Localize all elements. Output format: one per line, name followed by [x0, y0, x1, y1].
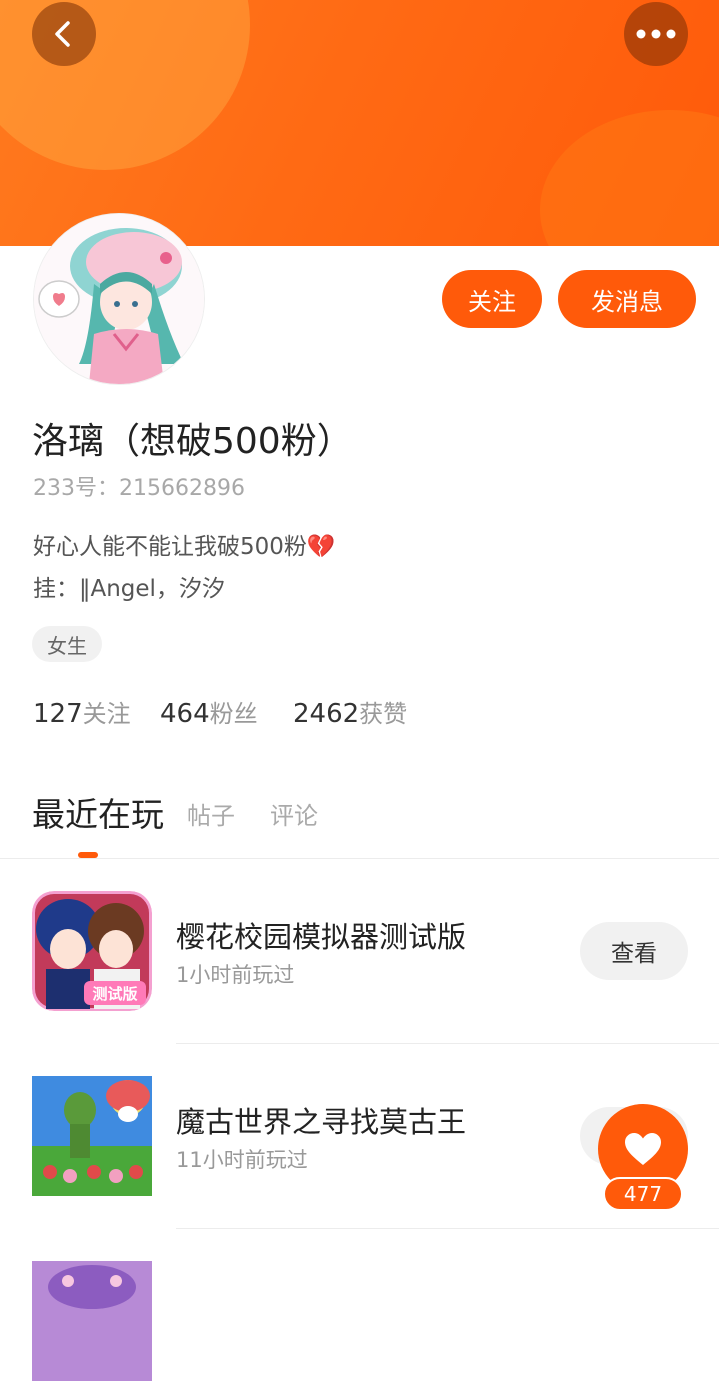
like-count-badge: 477 [603, 1177, 683, 1211]
sakura-school-icon[interactable]: 测试版 [32, 891, 152, 1011]
profile-banner [0, 0, 719, 246]
bio-line: 挂：‖Angel，汐汐 [33, 576, 225, 602]
game-icon-art [32, 1076, 152, 1196]
icon-badge-text: 测试版 [92, 985, 137, 1003]
follow-button[interactable]: 关注 [442, 270, 542, 328]
followers-stat[interactable]: 464粉丝 [160, 694, 258, 729]
more-options-button[interactable] [624, 2, 688, 66]
view-game-button[interactable]: 查看 [580, 922, 688, 980]
stat-label: 关注 [82, 700, 131, 728]
tab-comments[interactable]: 评论 [270, 796, 318, 831]
game-title: 魔古世界之寻找莫古王 [176, 1105, 467, 1139]
following-stat[interactable]: 127关注 [33, 694, 131, 729]
played-time: 1小时前玩过 [176, 963, 295, 987]
bio-line: 好心人能不能让我破500粉💔 [33, 534, 336, 560]
avatar[interactable] [34, 214, 204, 384]
mogu-world-icon[interactable] [32, 1076, 152, 1196]
stat-value: 464 [160, 699, 210, 729]
tab-posts[interactable]: 帖子 [187, 796, 235, 831]
banner-decoration [540, 110, 719, 246]
back-button[interactable] [32, 2, 96, 66]
stat-label: 粉丝 [209, 700, 258, 728]
tab-recently-played[interactable]: 最近在玩 [32, 788, 164, 836]
divider [176, 1228, 719, 1229]
purple-game-icon[interactable] [32, 1261, 152, 1381]
divider [176, 1043, 719, 1044]
game-icon-art [32, 1261, 152, 1381]
heart-icon [625, 1133, 661, 1165]
stat-value: 127 [33, 699, 83, 729]
user-id: 233号：215662896 [33, 476, 245, 501]
profile-name: 洛璃（想破500粉） [32, 421, 353, 462]
likes-stat[interactable]: 2462获赞 [293, 694, 407, 729]
stat-value: 2462 [293, 699, 360, 729]
played-time: 11小时前玩过 [176, 1148, 308, 1172]
more-dots-icon [636, 29, 676, 39]
game-icon-art: 测试版 [32, 891, 152, 1011]
divider [0, 858, 719, 859]
gender-tag: 女生 [32, 626, 102, 662]
send-message-button[interactable]: 发消息 [558, 270, 696, 328]
stat-label: 获赞 [359, 700, 408, 728]
back-arrow-icon [55, 21, 70, 47]
avatar-illustration [34, 214, 204, 384]
game-title: 樱花校园模拟器测试版 [176, 920, 467, 954]
